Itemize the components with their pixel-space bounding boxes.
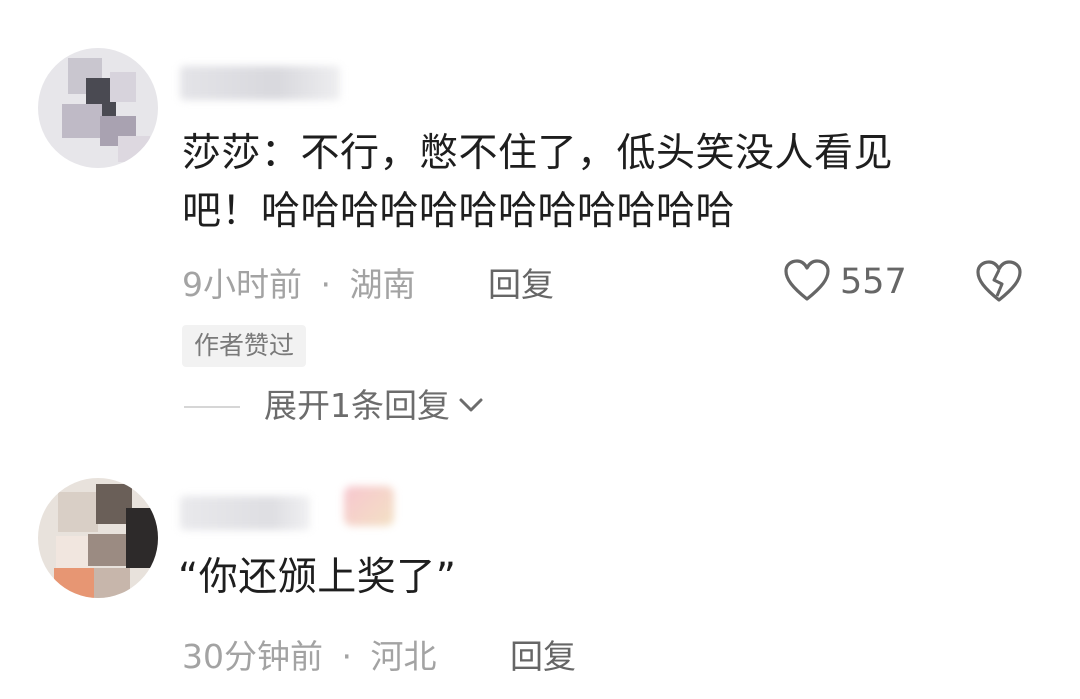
chevron-down-icon bbox=[450, 380, 486, 432]
expand-replies-label: 展开1条回复 bbox=[264, 386, 450, 425]
like-button[interactable]: 557 bbox=[782, 256, 907, 308]
user-badge-blurred bbox=[344, 486, 394, 526]
username-blurred[interactable] bbox=[180, 66, 340, 100]
reply-button[interactable]: 回复 bbox=[488, 258, 554, 306]
expand-replies-button[interactable]: 展开1条回复 bbox=[264, 380, 486, 432]
timestamp: 9小时前 bbox=[182, 265, 302, 304]
location: 湖南 bbox=[349, 265, 416, 304]
like-count: 557 bbox=[840, 262, 907, 302]
comment-text-line: 莎莎：不行，憋不住了，低头笑没人看见 bbox=[182, 131, 894, 176]
heart-outline-icon bbox=[782, 257, 832, 307]
comment-meta: 9小时前 · 湖南 bbox=[182, 258, 416, 306]
dislike-button[interactable] bbox=[974, 256, 1024, 310]
comment-text: “你还颁上奖了” bbox=[178, 555, 457, 600]
divider bbox=[184, 406, 240, 408]
timestamp: 30分钟前 bbox=[182, 637, 323, 676]
broken-heart-icon bbox=[974, 260, 1024, 310]
comment-text: 莎莎：不行，憋不住了，低头笑没人看见 吧！哈哈哈哈哈哈哈哈哈哈哈哈 bbox=[182, 125, 893, 241]
comment-text-line: 吧！哈哈哈哈哈哈哈哈哈哈哈哈 bbox=[182, 189, 736, 234]
location: 河北 bbox=[370, 637, 437, 676]
comment-meta: 30分钟前 · 河北 bbox=[182, 630, 437, 678]
username-blurred[interactable] bbox=[180, 496, 310, 530]
author-liked-badge: 作者赞过 bbox=[182, 325, 307, 367]
reply-button[interactable]: 回复 bbox=[510, 630, 576, 678]
separator: · bbox=[320, 265, 332, 304]
separator: · bbox=[341, 637, 353, 676]
avatar[interactable] bbox=[38, 478, 158, 598]
avatar[interactable] bbox=[38, 48, 158, 168]
